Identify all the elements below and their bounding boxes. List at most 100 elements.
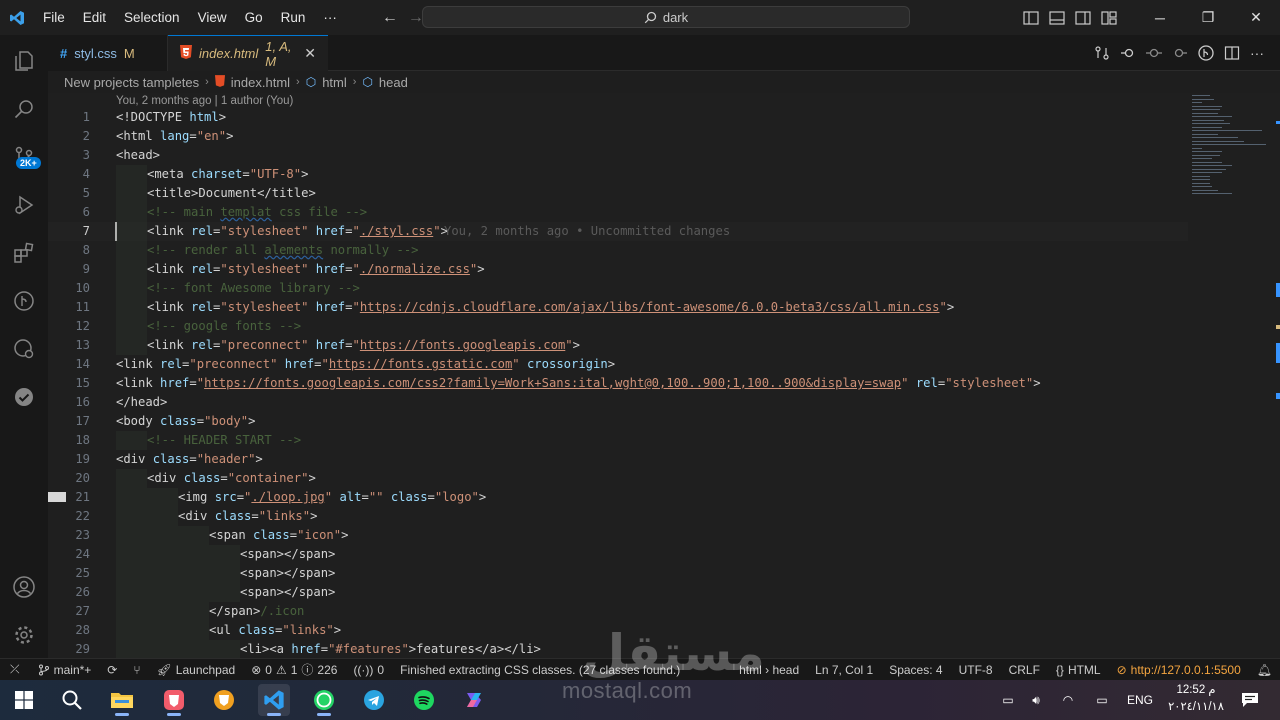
code-line[interactable]: 17 <body class="body"> — [48, 412, 1188, 431]
code-line[interactable]: 26 <span></span> — [48, 583, 1188, 602]
ports-status[interactable]: ((·)) 0 — [345, 663, 392, 677]
brave-lion-icon[interactable] — [208, 684, 240, 716]
file-explorer-icon[interactable] — [106, 684, 138, 716]
spotify-icon[interactable] — [408, 684, 440, 716]
language-mode[interactable]: {} HTML — [1048, 663, 1109, 677]
code-line[interactable]: 12 <!-- google fonts --> — [48, 317, 1188, 336]
code-line[interactable]: 18 <!-- HEADER START --> — [48, 431, 1188, 450]
code-line[interactable]: 15 <link href="https://fonts.googleapis.c… — [48, 374, 1188, 393]
whatsapp-icon[interactable] — [308, 684, 340, 716]
branch-status[interactable]: main*+ — [30, 663, 100, 677]
customize-layout-icon[interactable] — [1096, 0, 1122, 35]
telegram-icon[interactable] — [358, 684, 390, 716]
encoding[interactable]: UTF-8 — [951, 663, 1001, 677]
code-line[interactable]: 29 <li><a href="#features">features</a></… — [48, 640, 1188, 658]
code-line[interactable]: 11 <link rel="stylesheet" href="https://c… — [48, 298, 1188, 317]
remote-explorer-icon[interactable] — [0, 327, 48, 371]
menu-file[interactable]: File — [34, 0, 74, 35]
launchpad-status[interactable]: 🚀︎ Launchpad — [149, 663, 244, 677]
back-arrow-icon[interactable]: ← — [382, 9, 398, 27]
taskbar-search-icon[interactable] — [56, 684, 88, 716]
code-line[interactable]: 2 <html lang="en"> — [48, 127, 1188, 146]
restore-icon[interactable]: ❐ — [1184, 0, 1232, 35]
sync-icon[interactable]: ⟳ — [99, 663, 125, 677]
breadcrumb-html[interactable]: html — [322, 75, 347, 90]
breadcrumb-folder[interactable]: New projects tampletes — [64, 75, 199, 90]
code-line[interactable]: 23 <span class="icon"> — [48, 526, 1188, 545]
live-server-status[interactable]: ⊘ http://127.0.0.1:5500 — [1109, 663, 1249, 677]
split-editor-icon[interactable] — [1224, 45, 1240, 61]
meet-now-icon[interactable]: ▭ — [996, 693, 1020, 707]
command-center-search[interactable]: dark — [422, 6, 910, 28]
remote-indicator[interactable]: ⤫ — [0, 662, 30, 677]
minimize-icon[interactable]: ─ — [1136, 0, 1184, 35]
breadcrumb-file[interactable]: index.html — [231, 75, 290, 90]
copilot-icon[interactable] — [458, 684, 490, 716]
menu-view[interactable]: View — [189, 0, 236, 35]
code-line[interactable]: 7 <link rel="stylesheet" href="./styl.css… — [48, 222, 1188, 241]
code-line[interactable]: 9 <link rel="stylesheet" href="./normaliz… — [48, 260, 1188, 279]
code-line[interactable]: 8 <!-- render all alements normally --> — [48, 241, 1188, 260]
image-preview-icon[interactable] — [48, 492, 66, 502]
volume-icon[interactable]: 🔊︎ — [1020, 693, 1052, 708]
menu-edit[interactable]: Edit — [74, 0, 115, 35]
vscode-taskbar-icon[interactable] — [258, 684, 290, 716]
status-breadcrumb-path[interactable]: html › head — [731, 663, 807, 677]
tab-index-html[interactable]: index.html 1, A, M ✕ — [168, 35, 328, 71]
next-change-icon[interactable] — [1172, 45, 1188, 61]
menu-selection[interactable]: Selection — [115, 0, 189, 35]
breadcrumb-head[interactable]: head — [379, 75, 408, 90]
explorer-icon[interactable] — [0, 39, 48, 83]
toggle-panel-icon[interactable] — [1044, 0, 1070, 35]
code-line[interactable]: 25 <span></span> — [48, 564, 1188, 583]
previous-change-icon[interactable] — [1120, 45, 1136, 61]
end-of-line[interactable]: CRLF — [1001, 663, 1048, 677]
git-graph-icon[interactable] — [0, 279, 48, 323]
git-lens-icon[interactable] — [1198, 45, 1214, 61]
code-line[interactable]: 21 <img src="./loop.jpg" alt="" class="lo… — [48, 488, 1188, 507]
minimap[interactable] — [1188, 93, 1280, 658]
brave-browser-icon[interactable] — [158, 684, 190, 716]
code-line[interactable]: 27 </span>/.icon — [48, 602, 1188, 621]
notification-center-icon[interactable] — [1234, 684, 1266, 716]
battery-icon[interactable]: ▭ — [1084, 693, 1120, 707]
code-line[interactable]: 16 </head> — [48, 393, 1188, 412]
windows-start-icon[interactable] — [8, 684, 40, 716]
tab-styl-css[interactable]: # styl.css M — [48, 35, 168, 71]
code-line[interactable]: 6 <!-- main templat css file --> — [48, 203, 1188, 222]
code-editor[interactable]: You, 2 months ago | 1 author (You) 1 <!DO… — [48, 93, 1188, 658]
input-language[interactable]: ENG — [1120, 693, 1160, 707]
toggle-secondary-sidebar-icon[interactable] — [1070, 0, 1096, 35]
code-line[interactable]: 4 <meta charset="UTF-8"> — [48, 165, 1188, 184]
close-window-icon[interactable]: ✕ — [1232, 0, 1280, 35]
indentation[interactable]: Spaces: 4 — [881, 663, 950, 677]
code-line[interactable]: 28 <ul class="links"> — [48, 621, 1188, 640]
git-graph-status-icon[interactable]: ⑂ — [125, 663, 148, 677]
open-changes-icon[interactable] — [1094, 45, 1110, 61]
wifi-icon[interactable]: ◠ — [1052, 693, 1084, 707]
code-line[interactable]: 13 <link rel="preconnect" href="https://f… — [48, 336, 1188, 355]
code-line[interactable]: 3 <head> — [48, 146, 1188, 165]
search-icon[interactable] — [0, 87, 48, 131]
commit-icon[interactable] — [1146, 45, 1162, 61]
settings-gear-icon[interactable] — [0, 613, 48, 657]
code-line[interactable]: 10 <!-- font Awesome library --> — [48, 279, 1188, 298]
cursor-position[interactable]: Ln 7, Col 1 — [807, 663, 881, 677]
problems-status[interactable]: ⊗ 0 ⚠ 1 ⓘ 226 — [243, 661, 345, 678]
notifications-bell-icon[interactable]: 🔔︎ — [1249, 663, 1280, 677]
run-debug-icon[interactable] — [0, 183, 48, 227]
more-actions-icon[interactable]: ··· — [1250, 45, 1264, 61]
menu-more[interactable]: ··· — [314, 0, 346, 35]
code-line[interactable]: 19 <div class="header"> — [48, 450, 1188, 469]
code-line[interactable]: 14 <link rel="preconnect" href="https://f… — [48, 355, 1188, 374]
code-line[interactable]: 5 <title>Document</title> — [48, 184, 1188, 203]
menu-go[interactable]: Go — [236, 0, 272, 35]
accounts-icon[interactable] — [0, 565, 48, 609]
code-line[interactable]: 24 <span></span> — [48, 545, 1188, 564]
code-line[interactable]: 22 <div class="links"> — [48, 507, 1188, 526]
taskbar-clock[interactable]: 12:52 م ٢٠٢٤/١١/١٨ — [1168, 682, 1224, 716]
extensions-icon[interactable] — [0, 231, 48, 275]
close-tab-icon[interactable]: ✕ — [304, 45, 316, 62]
testing-check-icon[interactable] — [0, 375, 48, 419]
toggle-primary-sidebar-icon[interactable] — [1018, 0, 1044, 35]
